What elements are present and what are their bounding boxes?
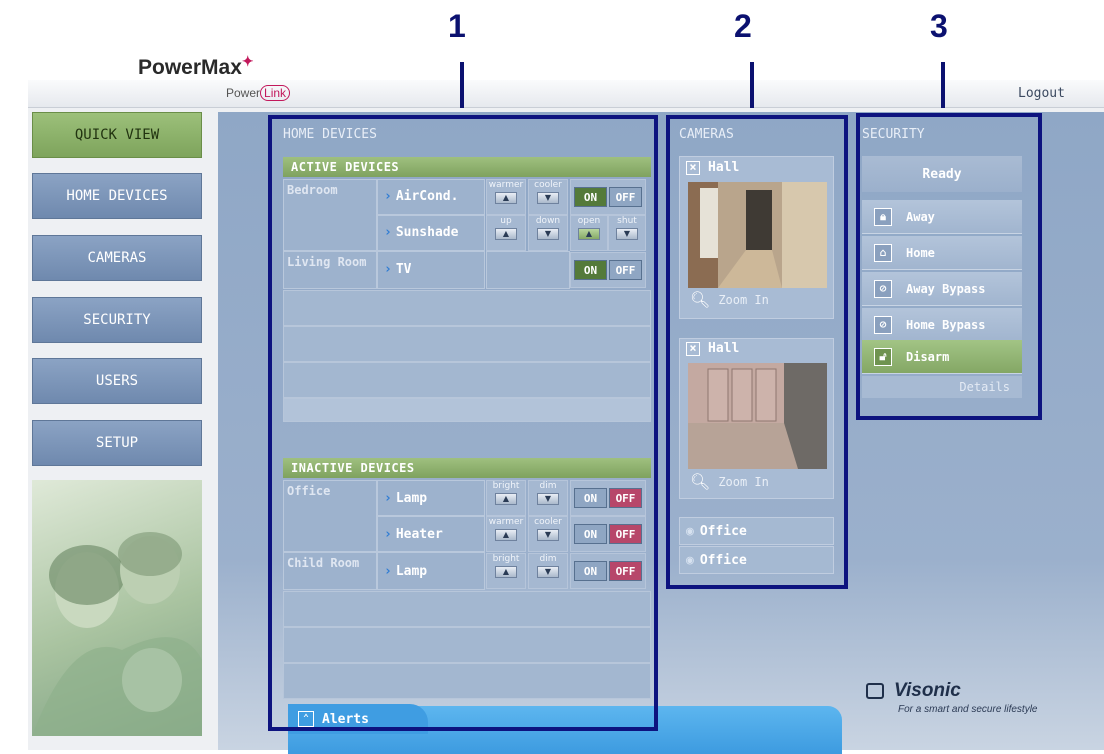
visonic-logo: Visonic [866,680,961,702]
marker-2-line [750,62,754,108]
nav-setup[interactable]: SETUP [32,420,202,466]
nav-home-devices[interactable]: HOME DEVICES [32,173,202,219]
powerlink-logo: Power Link [226,85,291,101]
powermax-logo: PowerMax✦ [138,53,254,79]
logo-star-icon: ✦ [241,53,254,69]
nav-quick-view[interactable]: QUICK VIEW [32,112,202,158]
marker-1: 1 [448,8,466,44]
marker-3-line [941,62,945,108]
visonic-tagline: For a smart and secure lifestyle [898,704,1038,715]
marker-3: 3 [930,8,948,44]
logout-link[interactable]: Logout [1018,86,1065,101]
nav-cameras[interactable]: CAMERAS [32,235,202,281]
marker-1-line [460,62,464,108]
annotation-box-1 [268,115,658,731]
nav-users[interactable]: USERS [32,358,202,404]
nav-security[interactable]: SECURITY [32,297,202,343]
annotation-box-3 [856,113,1042,420]
family-photo [32,480,202,736]
marker-2: 2 [734,8,752,44]
annotation-box-2 [666,115,848,589]
visonic-mark-icon [866,683,884,699]
